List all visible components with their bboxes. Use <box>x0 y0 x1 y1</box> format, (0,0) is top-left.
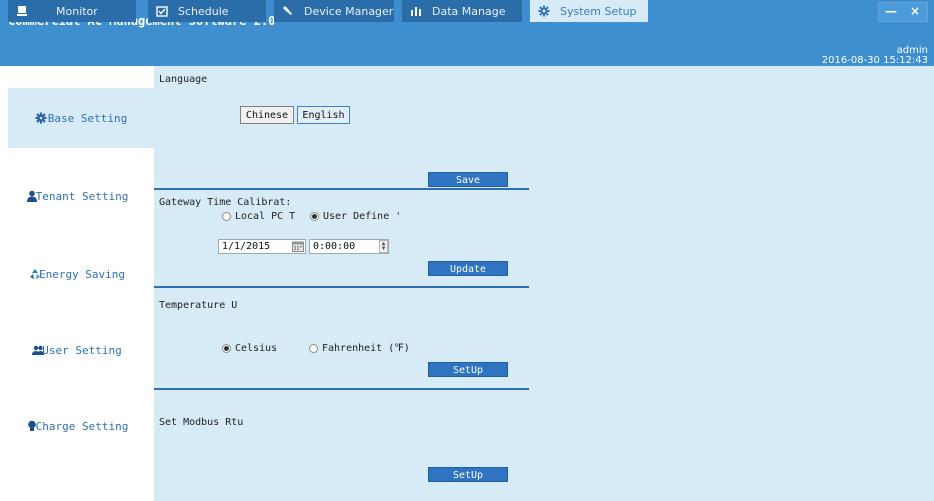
gear-icon <box>538 5 550 17</box>
tab-system-setup-label: System Setup <box>560 4 637 18</box>
english-button[interactable]: English <box>297 106 350 124</box>
sidebar-item-label: Energy Saving <box>38 267 126 281</box>
update-button[interactable]: Update <box>428 261 508 276</box>
monitor-icon <box>16 5 28 17</box>
tab-device-manager-label: Device Manager <box>304 4 394 18</box>
radio-label: User Define ' <box>323 211 402 222</box>
sidebar-item-energy-saving[interactable]: Energy Saving <box>0 264 154 284</box>
content-panel: Language Chinese English Save Gateway Ti… <box>154 66 934 501</box>
current-datetime: 2016-08-30 15:12:43 <box>821 55 928 66</box>
sidebar-item-tenant-setting[interactable]: Tenant Setting <box>0 186 154 206</box>
tab-bar <box>0 44 934 66</box>
time-input[interactable]: 0:00:00 <box>309 239 389 254</box>
tab-data-manage-label: Data Manage <box>432 4 506 18</box>
gateway-time-label: Gateway Time Calibrat: <box>159 197 292 208</box>
radio-indicator <box>222 212 231 221</box>
tab-device-manager[interactable]: Device Manager <box>274 0 394 22</box>
sidebar-item-user-setting[interactable]: User Setting <box>0 340 154 360</box>
modbus-label: Set Modbus Rtu <box>159 417 244 428</box>
chinese-button[interactable]: Chinese <box>240 106 294 124</box>
celsius-radio[interactable]: Celsius <box>222 343 277 354</box>
window-controls: — × <box>878 2 928 22</box>
sidebar-item-label: Charge Setting <box>35 419 129 433</box>
save-button[interactable]: Save <box>428 172 508 187</box>
sidebar-item-charge-setting[interactable]: Charge Setting <box>0 416 154 436</box>
tab-data-manage[interactable]: Data Manage <box>402 0 522 22</box>
minimize-button[interactable]: — <box>879 3 903 21</box>
radio-indicator <box>222 344 231 353</box>
radio-label: Local PC T <box>235 211 296 222</box>
fahrenheit-radio[interactable]: Fahrenheit (℉) <box>309 343 410 354</box>
divider <box>154 286 529 288</box>
wrench-icon <box>282 5 294 17</box>
bar-chart-icon <box>410 5 422 17</box>
calendar-icon[interactable] <box>292 241 304 252</box>
tab-schedule-label: Schedule <box>178 4 229 18</box>
sidebar-item-label: User Setting <box>42 343 122 357</box>
tab-monitor-label: Monitor <box>56 4 98 18</box>
radio-label: Celsius <box>235 343 278 354</box>
gear-icon <box>35 112 47 124</box>
sidebar-item-base-setting[interactable]: Base Setting <box>8 88 154 148</box>
user-define-time-radio[interactable]: User Define ' <box>310 211 401 222</box>
radio-indicator <box>309 344 318 353</box>
tab-monitor[interactable]: Monitor <box>8 0 136 22</box>
sidebar-item-label: Tenant Setting <box>35 189 129 203</box>
radio-label: Fahrenheit (℉) <box>322 343 410 354</box>
temperature-setup-button[interactable]: SetUp <box>428 362 508 377</box>
modbus-setup-button[interactable]: SetUp <box>428 467 508 482</box>
radio-indicator <box>310 212 319 221</box>
language-label: Language <box>159 74 208 85</box>
divider <box>154 388 529 390</box>
tab-system-setup[interactable]: System Setup <box>530 0 648 22</box>
tab-schedule[interactable]: Schedule <box>148 0 266 22</box>
close-button[interactable]: × <box>903 3 927 21</box>
sidebar: Base Setting Tenant Setting Energy Savin… <box>0 66 154 501</box>
time-spinner[interactable]: ▲ ▼ <box>379 240 388 253</box>
user-info: admin 2016-08-30 15:12:43 <box>822 46 928 66</box>
divider <box>154 188 529 190</box>
local-pc-time-radio[interactable]: Local PC T <box>222 211 295 222</box>
temperature-unit-label: Temperature U <box>159 300 238 311</box>
schedule-icon <box>156 5 168 17</box>
sidebar-item-label: Base Setting <box>47 111 128 125</box>
